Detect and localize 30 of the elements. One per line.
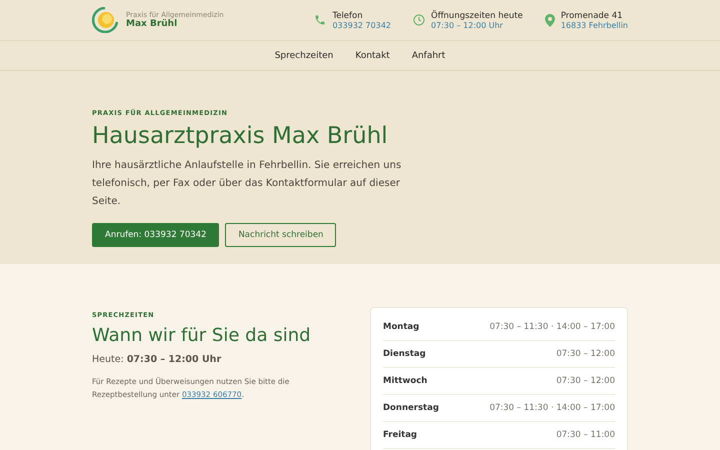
time-range: 07:30 – 11:00 [556,430,615,440]
time-range: 07:30 – 12:00 [556,349,615,359]
phone-icon [314,14,326,26]
hero-text: Ihre hausärztliche Anlaufstelle in Fehrbellin. Sie erreichen uns telefonisch, per Fax oder über das Kontaktformular auf dieser Seite. [92,159,402,209]
message-button[interactable]: Nachricht schreiben [225,223,336,247]
clock-icon [413,14,425,26]
call-button[interactable]: Anrufen: 033932 70342 [92,223,220,247]
contact-value: 033932 70342 [332,20,391,30]
day-label: Freitag [383,430,418,440]
day-label: Montag [383,322,420,332]
nav-link[interactable]: Anfahrt [412,50,446,60]
day-label: Dienstag [383,349,426,359]
time-range: 07:30 – 11:30 · 14:00 – 17:00 [490,403,615,413]
time-range: 07:30 – 11:30 · 14:00 – 17:00 [490,322,615,332]
contact-value: 16833 Fehrbellin [560,20,628,30]
hero-title: Hausarztpraxis Max Brühl [92,123,389,149]
nav-link[interactable]: Kontakt [355,50,390,60]
day-label: Mittwoch [383,376,428,386]
contact-label: Promenade 41 [560,10,624,20]
contact-label: Telefon [332,10,364,20]
day-label: Donnerstag [383,403,439,413]
nav-link[interactable]: Sprechzeiten [274,50,334,60]
logo-icon [92,7,118,33]
contact-label: Öffnungszeiten heute [431,10,523,20]
today-hours: Heute: 07:30 – 12:00 Uhr [92,354,222,365]
location-pin-icon [544,14,555,26]
logo-name: Max Brühl [126,19,178,29]
section-title: Wann wir für Sie da sind [92,325,312,346]
time-range: 07:30 – 12:00 [556,376,615,386]
contact-value: 07:30 – 12:00 Uhr [431,20,504,30]
